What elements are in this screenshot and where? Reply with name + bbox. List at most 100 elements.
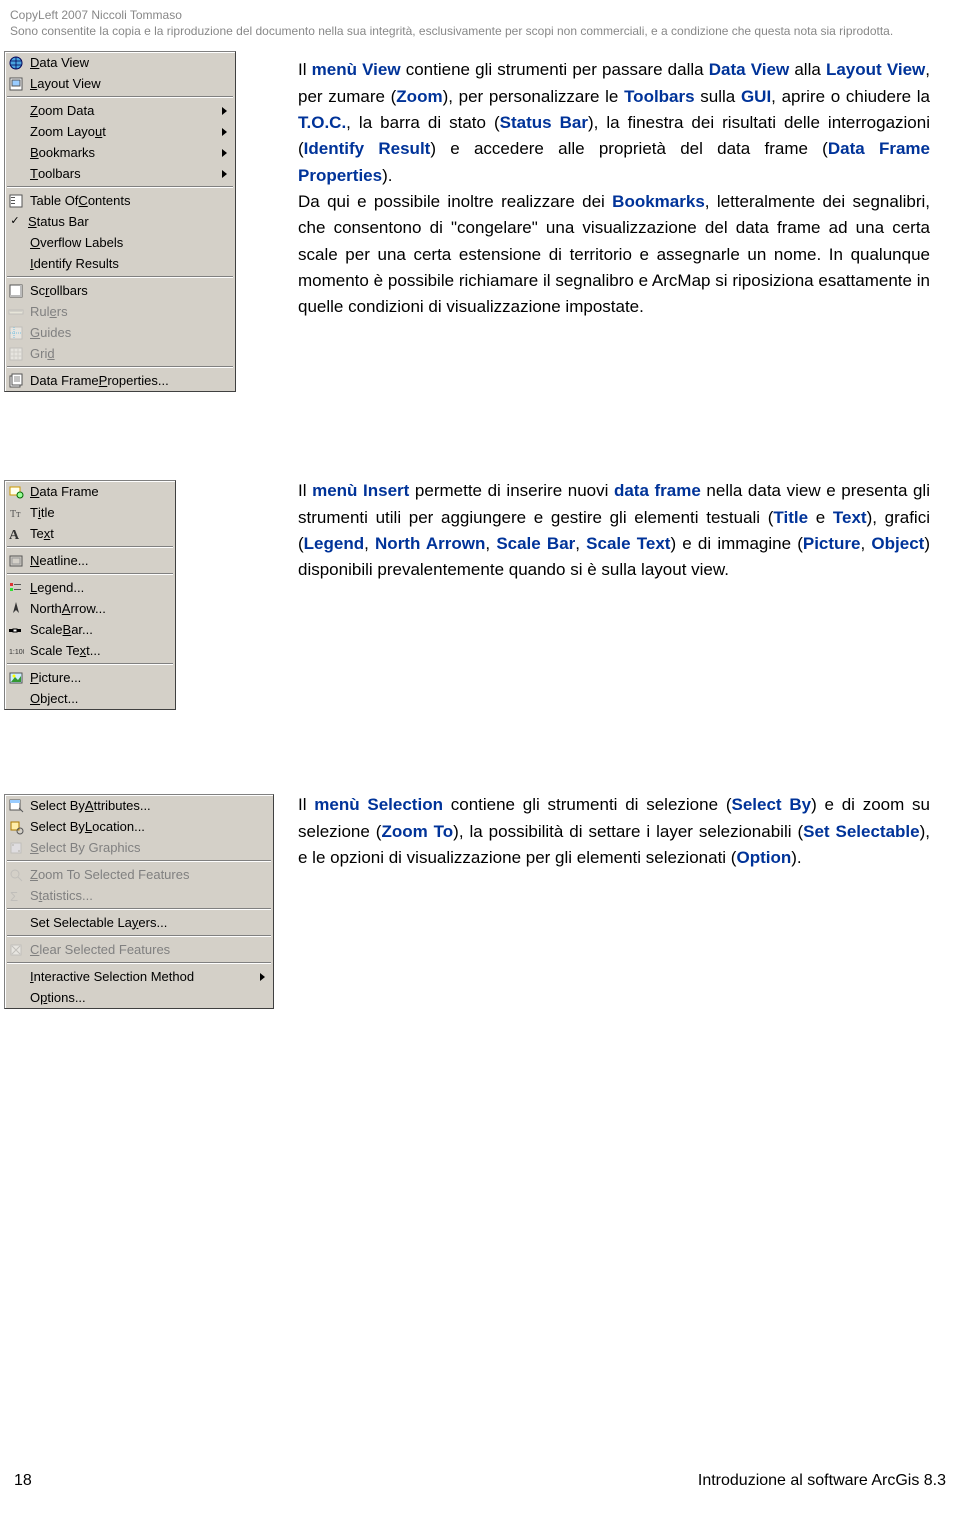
- menu-item-label: Options...: [30, 988, 265, 1008]
- text-icon: [8, 526, 24, 542]
- menu-item: Rulers: [5, 301, 235, 322]
- menu-item-label: Picture...: [30, 668, 167, 688]
- menu-item-label: Zoom Data: [30, 101, 208, 121]
- insert-menu: Data FrameTitleText Neatline... Legend...N…: [4, 480, 176, 710]
- menu-item[interactable]: Object...: [5, 688, 175, 709]
- props-icon: [8, 373, 24, 389]
- submenu-arrow-icon: [222, 128, 227, 136]
- menu-item-label: Identify Results: [30, 254, 227, 274]
- legend-icon: [8, 580, 24, 596]
- menu-item[interactable]: Toolbars: [5, 163, 235, 184]
- selgfx-icon: [8, 840, 24, 856]
- menu-item[interactable]: Legend...: [5, 577, 175, 598]
- menu-item[interactable]: Identify Results: [5, 253, 235, 274]
- menu-item-label: Object...: [30, 689, 167, 709]
- menu-item: Zoom To Selected Features: [5, 864, 273, 885]
- menu-item-label: Legend...: [30, 578, 167, 598]
- menu-item-label: Select By Attributes...: [30, 796, 265, 816]
- grid-icon: [8, 346, 24, 362]
- menu-item[interactable]: Text: [5, 523, 175, 544]
- neatline-icon: [8, 553, 24, 569]
- menu-item-label: Data Frame: [30, 482, 167, 502]
- submenu-arrow-icon: [222, 170, 227, 178]
- page-number: 18: [14, 1469, 32, 1494]
- title-icon: [8, 505, 24, 521]
- doc-title: Introduzione al software ArcGis 8.3: [698, 1469, 946, 1494]
- menu-item-label: Zoom To Selected Features: [30, 865, 265, 885]
- menu-item: Clear Selected Features: [5, 939, 273, 960]
- menu-item[interactable]: Table Of Contents: [5, 190, 235, 211]
- menu-item[interactable]: Scale Text...: [5, 640, 175, 661]
- menu-item-label: Status Bar: [28, 212, 227, 232]
- menu-item-label: Interactive Selection Method: [30, 967, 246, 987]
- selection-menu: Select By Attributes...Select By Locatio…: [4, 794, 274, 1009]
- selattr-icon: [8, 798, 24, 814]
- menu-item[interactable]: Select By Attributes...: [5, 795, 273, 816]
- menu-item[interactable]: Zoom Layout: [5, 121, 235, 142]
- menu-item-label: Guides: [30, 323, 227, 343]
- menu-item[interactable]: North Arrow...: [5, 598, 175, 619]
- menu-item[interactable]: Interactive Selection Method: [5, 966, 273, 987]
- menu-item-label: Set Selectable Layers...: [30, 913, 265, 933]
- menu-item-label: Table Of Contents: [30, 191, 227, 211]
- menu-item: Grid: [5, 343, 235, 364]
- menu-item[interactable]: Zoom Data: [5, 100, 235, 121]
- toc-icon: [8, 193, 24, 209]
- menu-item[interactable]: Bookmarks: [5, 142, 235, 163]
- header-line1: CopyLeft 2007 Niccoli Tommaso: [10, 8, 950, 24]
- menu-item-label: Neatline...: [30, 551, 167, 571]
- paragraph-insert: Il menù Insert permette di inserire nuov…: [298, 478, 930, 583]
- menu-item[interactable]: Data Frame Properties...: [5, 370, 235, 391]
- submenu-arrow-icon: [260, 973, 265, 981]
- menu-item-label: Text: [30, 524, 167, 544]
- menu-item-label: Zoom Layout: [30, 122, 208, 142]
- guides-icon: [8, 325, 24, 341]
- north-icon: [8, 601, 24, 617]
- menu-item[interactable]: Data View: [5, 52, 235, 73]
- menu-item-label: Statistics...: [30, 886, 265, 906]
- menu-item[interactable]: Picture...: [5, 667, 175, 688]
- menu-item[interactable]: Set Selectable Layers...: [5, 912, 273, 933]
- menu-item[interactable]: Neatline...: [5, 550, 175, 571]
- menu-item-label: Bookmarks: [30, 143, 208, 163]
- menu-item-label: Scale Bar...: [30, 620, 167, 640]
- menu-item-label: Overflow Labels: [30, 233, 227, 253]
- menu-item-label: Grid: [30, 344, 227, 364]
- menu-item: Statistics...: [5, 885, 273, 906]
- clear-icon: [8, 942, 24, 958]
- view-menu: Data ViewLayout View Zoom DataZoom Layout…: [4, 51, 236, 392]
- stats-icon: [8, 888, 24, 904]
- menu-item[interactable]: Scale Bar...: [5, 619, 175, 640]
- layout-icon: [8, 76, 24, 92]
- menu-item[interactable]: Title: [5, 502, 175, 523]
- paragraph-selection: Il menù Selection contiene gli strumenti…: [298, 792, 930, 871]
- header-line2: Sono consentite la copia e la riproduzio…: [10, 24, 950, 40]
- submenu-arrow-icon: [222, 107, 227, 115]
- submenu-arrow-icon: [222, 149, 227, 157]
- paragraph-view: Il menù View contiene gli strumenti per …: [298, 57, 930, 320]
- menu-item-label: Rulers: [30, 302, 227, 322]
- menu-item-label: Layout View: [30, 74, 227, 94]
- menu-item-label: Data Frame Properties...: [30, 371, 227, 391]
- menu-item[interactable]: Scrollbars: [5, 280, 235, 301]
- menu-item: Select By Graphics: [5, 837, 273, 858]
- menu-item[interactable]: Overflow Labels: [5, 232, 235, 253]
- selloc-icon: [8, 819, 24, 835]
- menu-item[interactable]: Select By Location...: [5, 816, 273, 837]
- menu-item-label: Title: [30, 503, 167, 523]
- menu-item: Guides: [5, 322, 235, 343]
- menu-item[interactable]: Data Frame: [5, 481, 175, 502]
- globe-icon: [8, 55, 24, 71]
- menu-item[interactable]: ✓Status Bar: [5, 211, 235, 232]
- menu-item[interactable]: Layout View: [5, 73, 235, 94]
- menu-item-label: Select By Location...: [30, 817, 265, 837]
- page-footer: 18 Introduzione al software ArcGis 8.3: [0, 1469, 960, 1494]
- menu-item[interactable]: Options...: [5, 987, 273, 1008]
- menu-item-label: Toolbars: [30, 164, 208, 184]
- menu-item-label: Clear Selected Features: [30, 940, 265, 960]
- zoomsel-icon: [8, 867, 24, 883]
- scaletext-icon: [8, 643, 24, 659]
- scalebar-icon: [8, 622, 24, 638]
- menu-item-label: Select By Graphics: [30, 838, 265, 858]
- scroll-icon: [8, 283, 24, 299]
